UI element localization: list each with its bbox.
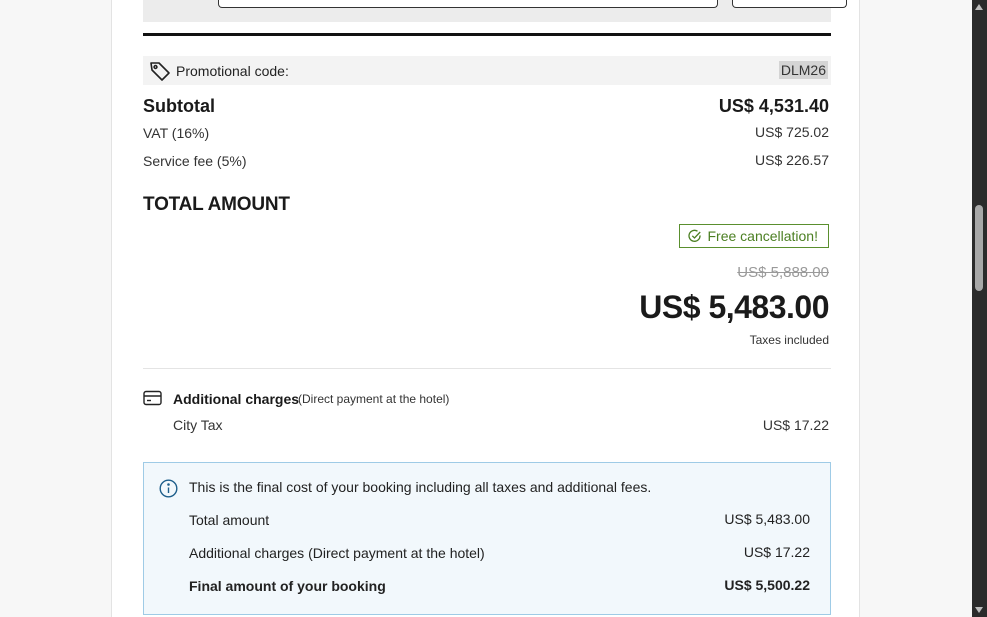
free-cancellation-badge: Free cancellation! xyxy=(679,224,829,248)
final-amount-label: Final amount of your booking xyxy=(189,578,386,594)
summary-additional-value: US$ 17.22 xyxy=(743,544,810,560)
final-cost-info-box: This is the final cost of your booking i… xyxy=(143,462,831,615)
vat-value: US$ 725.02 xyxy=(755,124,829,140)
final-amount-value: US$ 5,500.22 xyxy=(724,577,810,593)
city-tax-label: City Tax xyxy=(173,417,223,433)
additional-charges-title: Additional charges xyxy=(173,391,300,407)
promo-code-row: Promotional code: DLM26 xyxy=(143,56,831,85)
total-price: US$ 5,483.00 xyxy=(639,289,829,325)
vertical-scrollbar[interactable] xyxy=(972,0,987,617)
scrollbar-thumb[interactable] xyxy=(975,205,983,291)
promo-code-label: Promotional code: xyxy=(176,63,289,79)
scroll-up-arrow-icon[interactable] xyxy=(975,4,983,10)
total-amount-title: TOTAL AMOUNT xyxy=(143,194,290,215)
scroll-down-arrow-icon[interactable] xyxy=(975,607,983,613)
booking-summary-card: Promotional code: DLM26 Subtotal US$ 4,5… xyxy=(111,0,860,617)
vat-label: VAT (16%) xyxy=(143,125,210,141)
subtotal-value: US$ 4,531.40 xyxy=(718,96,829,116)
subtotal-label: Subtotal xyxy=(143,96,215,116)
service-fee-value: US$ 226.57 xyxy=(755,152,829,168)
apply-button[interactable] xyxy=(732,0,847,8)
top-form-area xyxy=(143,0,847,22)
city-tax-value: US$ 17.22 xyxy=(762,417,829,433)
taxes-included-note: Taxes included xyxy=(749,333,829,347)
summary-total-amount-label: Total amount xyxy=(189,512,270,528)
final-cost-note: This is the final cost of your booking i… xyxy=(189,479,652,495)
check-circle-icon xyxy=(688,229,702,246)
promo-code-input[interactable] xyxy=(218,0,718,8)
free-cancellation-text: Free cancellation! xyxy=(707,228,818,244)
divider xyxy=(143,368,831,369)
original-price: US$ 5,888.00 xyxy=(737,264,829,281)
service-fee-label: Service fee (5%) xyxy=(143,153,247,169)
additional-charges-subtitle: (Direct payment at the hotel) xyxy=(298,392,450,406)
section-divider xyxy=(143,33,831,36)
info-icon xyxy=(159,479,178,503)
credit-card-icon xyxy=(143,390,162,411)
promo-code-value: DLM26 xyxy=(778,61,828,79)
summary-total-amount-value: US$ 5,483.00 xyxy=(724,511,810,527)
tag-icon xyxy=(148,59,172,88)
summary-additional-label: Additional charges (Direct payment at th… xyxy=(189,545,485,561)
